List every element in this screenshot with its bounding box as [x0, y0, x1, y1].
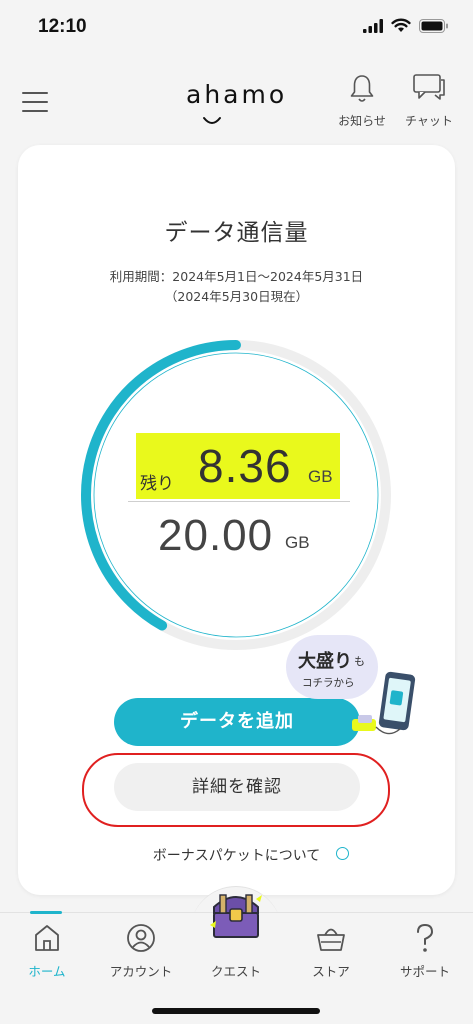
tab-home[interactable]: ホーム	[0, 911, 94, 993]
promo-suffix: も	[354, 655, 365, 668]
gauge-divider	[128, 501, 350, 502]
notice-button[interactable]: お知らせ	[326, 74, 398, 134]
basket-icon	[317, 928, 345, 951]
status-bar: 12:10	[0, 0, 473, 56]
remaining-label: 残り	[140, 474, 174, 494]
tab-account-label: アカウント	[109, 964, 173, 979]
card-title: データ通信量	[164, 220, 309, 246]
tab-home-label: ホーム	[28, 964, 66, 979]
tab-store-label: ストア	[312, 964, 350, 979]
remaining-highlight: 残り 8.36 GB	[136, 433, 340, 499]
bell-icon	[350, 75, 374, 102]
total-value: 20.00	[158, 511, 274, 560]
tab-support-label: サポート	[399, 964, 450, 979]
person-icon	[127, 924, 155, 952]
smartphone-illustration-icon	[352, 671, 416, 735]
battery-icon	[419, 18, 448, 33]
annotation-red-circle	[82, 753, 390, 827]
wifi-icon	[391, 18, 411, 32]
home-indicator	[152, 1008, 320, 1014]
oomori-promo-banner[interactable]: 大盛り も コチラから	[286, 635, 432, 747]
remaining-unit: GB	[308, 467, 333, 486]
active-tab-indicator	[30, 911, 62, 914]
usage-period: 利用期間：2024年5月1日〜2024年5月31日 （2024年5月30日現在）	[18, 267, 455, 307]
hamburger-menu-icon[interactable]	[22, 92, 50, 114]
period-as-of: （2024年5月30日現在）	[164, 289, 309, 304]
tab-quest[interactable]: クエスト	[189, 894, 283, 993]
chat-label: チャット	[405, 114, 453, 128]
total-unit: GB	[285, 533, 310, 552]
remaining-value: 8.36	[198, 440, 292, 492]
ahamo-logo: ahamo	[186, 80, 286, 140]
home-icon	[35, 925, 59, 951]
promo-main-text: 大盛り	[298, 651, 352, 672]
data-usage-card: データ通信量 利用期間：2024年5月1日〜2024年5月31日 （2024年5…	[18, 145, 455, 895]
promo-sub-text: コチラから	[302, 677, 355, 689]
cellular-signal-icon	[363, 18, 383, 33]
bonus-packet-link[interactable]: ボーナスパケットについて	[18, 845, 455, 865]
tab-account[interactable]: アカウント	[94, 913, 188, 993]
tab-store[interactable]: ストア	[284, 913, 378, 993]
status-time: 12:10	[38, 16, 87, 37]
question-icon	[417, 923, 434, 952]
info-circle-icon	[336, 847, 349, 860]
chat-button[interactable]: チャット	[393, 74, 465, 134]
app-header: ahamo お知らせ チャット	[0, 60, 473, 140]
tab-support[interactable]: サポート	[378, 913, 472, 993]
tab-quest-label: クエスト	[210, 964, 261, 979]
notice-label: お知らせ	[338, 114, 386, 128]
period-range: 利用期間：2024年5月1日〜2024年5月31日	[109, 269, 364, 284]
treasure-chest-icon	[210, 894, 262, 938]
chat-bubble-icon	[413, 74, 445, 100]
status-icons	[363, 18, 449, 33]
